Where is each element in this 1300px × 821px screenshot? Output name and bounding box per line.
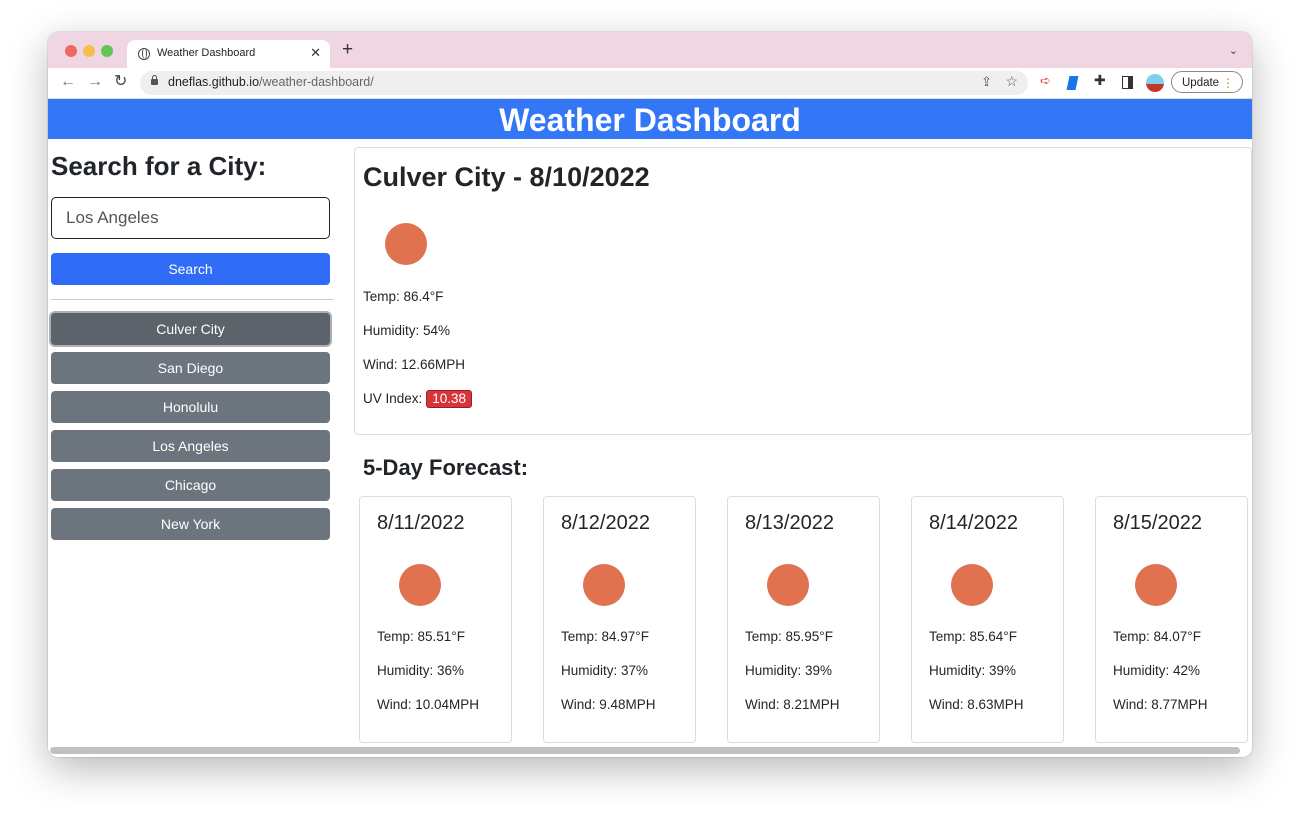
share-icon[interactable]: ⇪ [981,74,992,90]
current-wind: Wind: 12.66MPH [363,357,466,372]
page-content: Weather Dashboard Search for a City: Sea… [48,99,1252,757]
weather-icon [399,564,441,606]
uv-index-badge: 10.38 [426,390,473,408]
forecast-date: 8/13/2022 [745,512,834,534]
weather-icon [583,564,625,606]
close-window-button[interactable] [65,45,77,57]
search-button[interactable]: Search [51,253,330,285]
forecast-temp: Temp: 84.97°F [561,629,649,644]
forecast-card: 8/11/2022 Temp: 85.51°F Humidity: 36% Wi… [359,496,512,743]
forecast-temp: Temp: 85.51°F [377,629,465,644]
city-button-culver-city[interactable]: Culver City [51,313,330,345]
current-weather-title: Culver City - 8/10/2022 [363,162,650,192]
city-search-input[interactable] [51,197,330,239]
minimize-window-button[interactable] [83,45,95,57]
city-button-new-york[interactable]: New York [51,508,330,540]
browser-tab[interactable]: Weather Dashboard ✕ [127,40,330,68]
url-text[interactable]: dneflas.github.io/weather-dashboard/ [168,75,374,89]
tab-search-chevron-icon[interactable]: ⌄ [1229,44,1238,57]
forecast-wind: Wind: 8.21MPH [745,697,840,712]
forecast-humidity: Humidity: 36% [377,663,465,678]
forecast-temp: Temp: 85.95°F [745,629,833,644]
current-weather-panel: Culver City - 8/10/2022 Temp: 86.4°F Hum… [354,147,1252,435]
lock-icon[interactable] [151,75,158,85]
city-button-chicago[interactable]: Chicago [51,469,330,501]
forecast-date: 8/14/2022 [929,512,1018,534]
weather-icon [951,564,993,606]
forward-arrow-icon[interactable]: → [87,73,103,91]
browser-window: Weather Dashboard ✕ + ⌄ ← → ↻ dneflas.gi… [48,32,1252,757]
forecast-humidity: Humidity: 42% [1113,663,1201,678]
new-tab-button[interactable]: + [342,40,353,60]
forecast-wind: Wind: 8.63MPH [929,697,1024,712]
search-title: Search for a City: [51,151,267,181]
weather-icon [385,223,427,265]
bookmark-star-icon[interactable]: ☆ [1005,73,1018,90]
more-menu-icon[interactable]: ⋮ [1222,72,1234,94]
back-arrow-icon[interactable]: ← [60,73,76,91]
forecast-title: 5-Day Forecast: [363,455,529,480]
forecast-card: 8/15/2022 Temp: 84.07°F Humidity: 42% Wi… [1095,496,1248,743]
forecast-wind: Wind: 10.04MPH [377,697,480,712]
city-button-san-diego[interactable]: San Diego [51,352,330,384]
extension-bookmark-icon[interactable] [1066,76,1079,90]
forecast-date: 8/12/2022 [561,512,650,534]
reload-icon[interactable]: ↻ [114,73,127,91]
profile-avatar[interactable] [1146,74,1164,92]
city-button-honolulu[interactable]: Honolulu [51,391,330,423]
forecast-temp: Temp: 84.07°F [1113,629,1201,644]
browser-toolbar: ← → ↻ dneflas.github.io/weather-dashboar… [48,68,1252,99]
side-panel-icon[interactable] [1122,76,1133,89]
tab-title: Weather Dashboard [157,47,256,59]
forecast-humidity: Humidity: 37% [561,663,649,678]
current-humidity: Humidity: 54% [363,323,451,338]
divider [51,299,334,300]
forecast-card: 8/14/2022 Temp: 85.64°F Humidity: 39% Wi… [911,496,1064,743]
address-bar[interactable]: dneflas.github.io/weather-dashboard/ ⇪ ☆ [140,71,1028,95]
page-header: Weather Dashboard [48,99,1252,139]
weather-icon [1135,564,1177,606]
close-tab-icon[interactable]: ✕ [310,45,321,61]
forecast-wind: Wind: 8.77MPH [1113,697,1208,712]
uv-index-label: UV Index: [363,391,423,406]
forecast-temp: Temp: 85.64°F [929,629,1017,644]
forecast-wind: Wind: 9.48MPH [561,697,656,712]
forecast-humidity: Humidity: 39% [929,663,1017,678]
globe-icon [138,48,150,60]
current-uv-index: UV Index: 10.38 [363,390,473,408]
forecast-card: 8/12/2022 Temp: 84.97°F Humidity: 37% Wi… [543,496,696,743]
forecast-date: 8/15/2022 [1113,512,1202,534]
weather-icon [767,564,809,606]
extension-arrow-icon[interactable]: ➪ [1040,73,1054,88]
extensions-puzzle-icon[interactable]: ✚ [1094,72,1108,88]
horizontal-scrollbar[interactable] [50,747,1240,754]
forecast-humidity: Humidity: 39% [745,663,833,678]
forecast-card: 8/13/2022 Temp: 85.95°F Humidity: 39% Wi… [727,496,880,743]
zoom-window-button[interactable] [101,45,113,57]
forecast-date: 8/11/2022 [377,512,465,534]
city-button-los-angeles[interactable]: Los Angeles [51,430,330,462]
title-bar: Weather Dashboard ✕ + ⌄ [48,32,1252,68]
current-temp: Temp: 86.4°F [363,289,444,304]
update-button[interactable]: Update ⋮ [1171,71,1243,93]
